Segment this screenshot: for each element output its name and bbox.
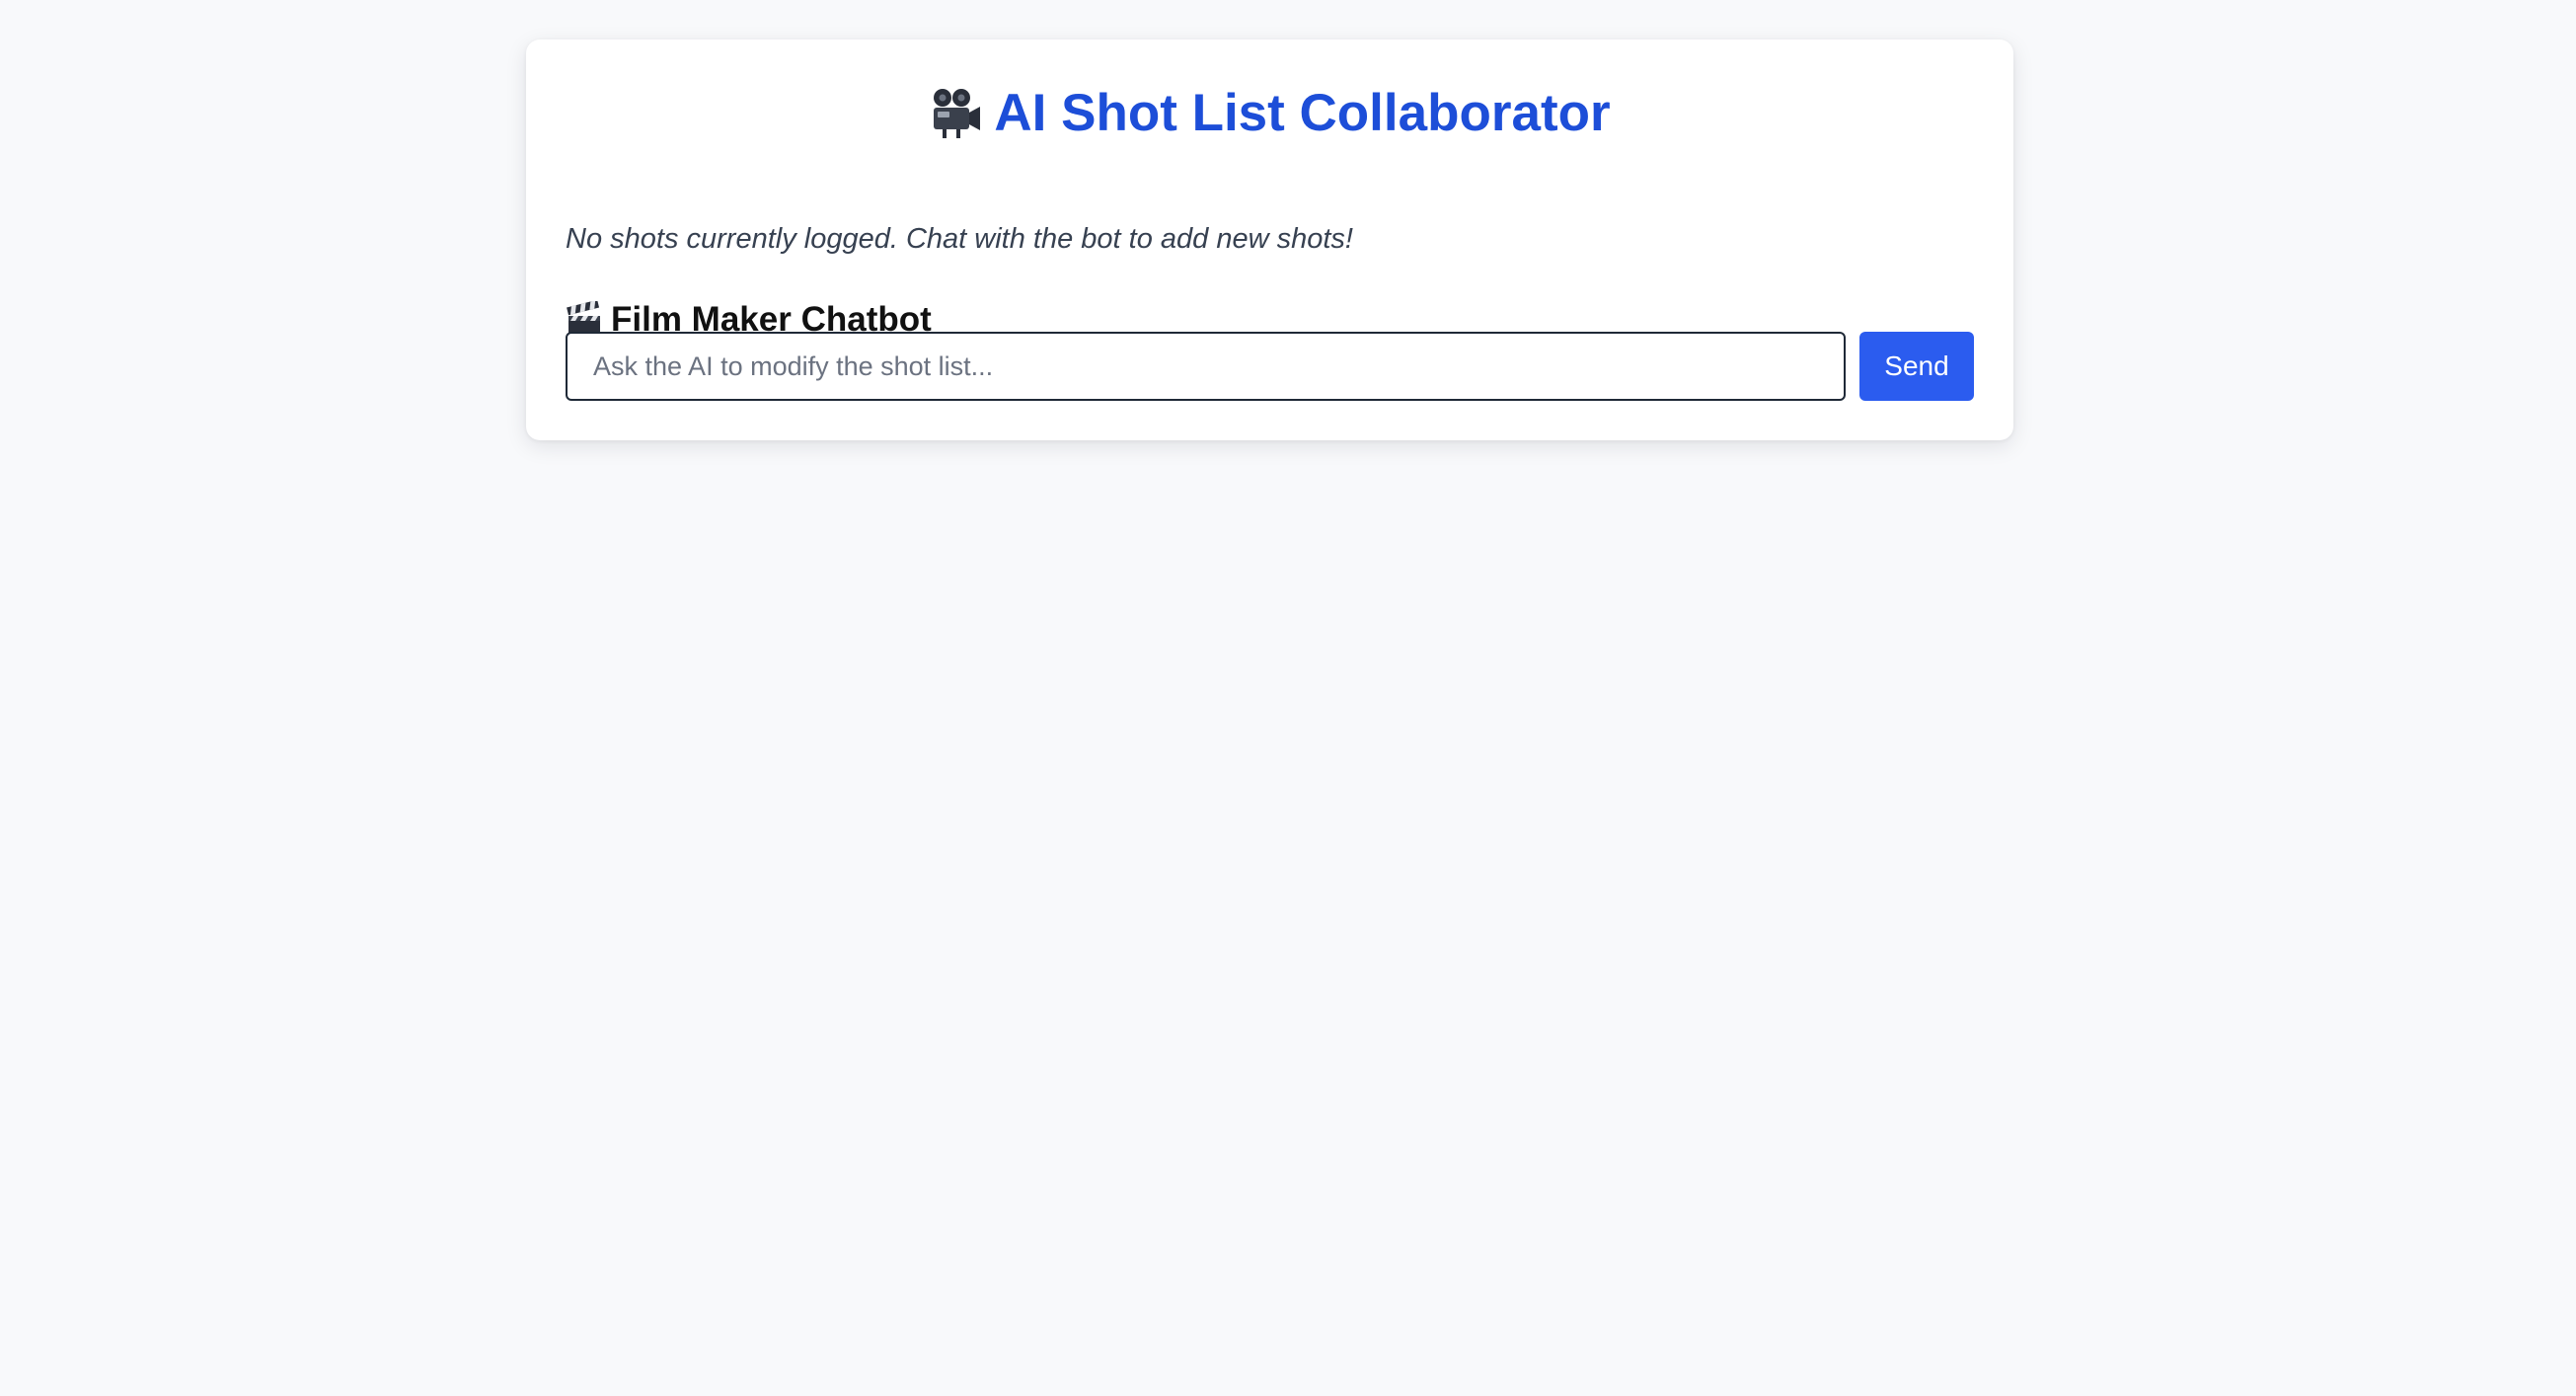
chat-message-input[interactable] (566, 332, 1846, 401)
shot-list-card: AI Shot List Collaborator No shots curre… (526, 39, 2013, 440)
empty-shot-list-message: No shots currently logged. Chat with the… (566, 223, 1353, 255)
page-title: AI Shot List Collaborator (566, 79, 1974, 148)
page-title-text: AI Shot List Collaborator (994, 84, 1611, 142)
chat-input-row: Send (566, 332, 1974, 403)
movie-camera-icon (929, 86, 984, 141)
send-button[interactable]: Send (1859, 332, 1974, 401)
